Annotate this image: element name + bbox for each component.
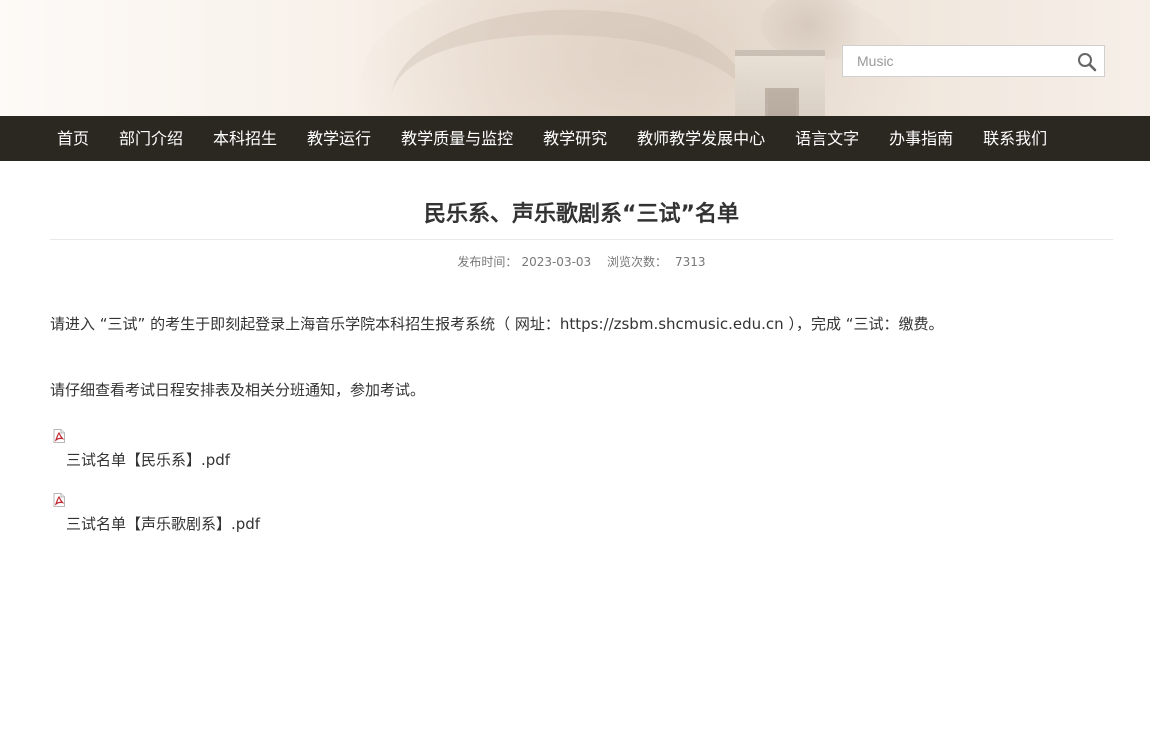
main-nav: 首页 部门介绍 本科招生 教学运行 教学质量与监控 教学研究 教师教学发展中心 … (0, 116, 1150, 161)
article-meta: 发布时间： 2023-03-03 浏览次数： 7313 (50, 254, 1113, 270)
article-body: 请进入 “三试” 的考生于即刻起登录上海音乐学院本科招生报考系统（ 网址：htt… (50, 313, 1113, 535)
views-label: 浏览次数： (607, 255, 668, 269)
nav-item-undergrad-admission[interactable]: 本科招生 (198, 116, 292, 161)
header-banner (0, 0, 1150, 116)
attachment-link[interactable]: 三试名单【民乐系】.pdf (50, 449, 1113, 471)
nav-item-quality-monitoring[interactable]: 教学质量与监控 (386, 116, 528, 161)
search-button[interactable] (1076, 51, 1098, 73)
attachment-item: 三试名单【民乐系】.pdf (50, 429, 1113, 471)
publish-date-label: 发布时间： (457, 255, 518, 269)
nav-item-faculty-development[interactable]: 教师教学发展中心 (622, 116, 780, 161)
pdf-icon (53, 429, 65, 443)
nav-item-teaching-operation[interactable]: 教学运行 (292, 116, 386, 161)
article: 民乐系、声乐歌剧系“三试”名单 发布时间： 2023-03-03 浏览次数： 731… (50, 161, 1113, 557)
views-count: 7313 (675, 255, 706, 269)
banner-door-decoration (765, 88, 799, 116)
article-title: 民乐系、声乐歌剧系“三试”名单 (424, 202, 739, 227)
nav-item-home[interactable]: 首页 (42, 116, 104, 161)
nav-list: 首页 部门介绍 本科招生 教学运行 教学质量与监控 教学研究 教师教学发展中心 … (0, 116, 1150, 161)
nav-item-teaching-research[interactable]: 教学研究 (528, 116, 622, 161)
banner-gate-decoration (735, 50, 825, 116)
attachment-item: 三试名单【声乐歌剧系】.pdf (50, 493, 1113, 535)
search-icon (1078, 53, 1097, 72)
search-input[interactable] (843, 46, 1071, 76)
article-paragraph: 请仔细查看考试日程安排表及相关分班通知，参加考试。 (50, 381, 426, 399)
publish-date: 2023-03-03 (521, 255, 592, 269)
nav-item-language[interactable]: 语言文字 (780, 116, 874, 161)
nav-item-contact[interactable]: 联系我们 (968, 116, 1062, 161)
nav-item-guide[interactable]: 办事指南 (874, 116, 968, 161)
nav-item-department-intro[interactable]: 部门介绍 (104, 116, 198, 161)
title-divider (50, 239, 1113, 240)
article-paragraph: 请进入 “三试” 的考生于即刻起登录上海音乐学院本科招生报考系统（ 网址：htt… (50, 315, 944, 333)
search-box (842, 45, 1105, 77)
pdf-icon (53, 493, 65, 507)
attachment-link[interactable]: 三试名单【声乐歌剧系】.pdf (50, 513, 1113, 535)
